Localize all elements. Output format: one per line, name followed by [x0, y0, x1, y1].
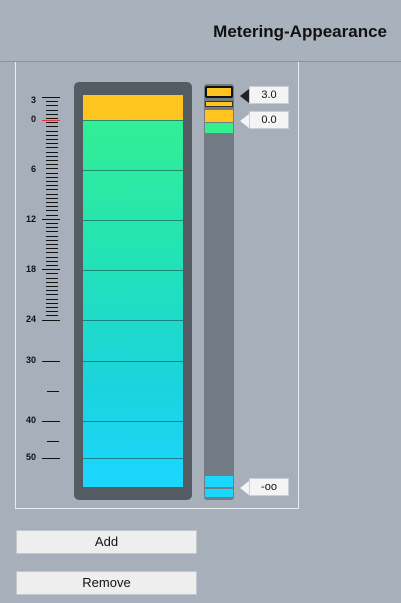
scale-tick	[46, 210, 58, 211]
scale-tick	[46, 156, 58, 157]
color-swatch[interactable]	[205, 101, 233, 107]
scale-tick	[46, 240, 58, 241]
scale-tick	[46, 299, 58, 300]
scale-tick	[46, 198, 58, 199]
scale-label-0: 0	[30, 114, 36, 124]
scale-tick	[46, 290, 58, 291]
scale-tick	[42, 320, 60, 321]
meter-grid-line	[83, 170, 183, 171]
scale-tick	[46, 147, 58, 148]
color-swatch[interactable]	[205, 489, 233, 497]
color-swatch-selected[interactable]	[205, 86, 233, 98]
scale-tick	[46, 303, 58, 304]
scale-tick	[46, 181, 58, 182]
meter-grid-line	[83, 220, 183, 221]
scale-tick	[46, 257, 58, 258]
scale-tick	[46, 122, 58, 123]
color-swatch[interactable]	[205, 110, 233, 122]
scale-tick	[46, 131, 58, 132]
scale-tick	[46, 101, 58, 102]
clip-segment	[83, 95, 183, 120]
scale-tick	[46, 215, 58, 216]
scale-tick	[46, 231, 58, 232]
scale-label-24: 24	[25, 314, 36, 324]
page-title: Metering-Appearance	[213, 22, 387, 41]
scale-tick	[46, 189, 58, 190]
scale-tick	[46, 294, 58, 295]
color-swatch[interactable]	[205, 476, 233, 487]
color-column	[204, 84, 234, 500]
color-swatch[interactable]	[205, 123, 233, 133]
remove-button[interactable]: Remove	[16, 571, 197, 595]
scale-tick	[46, 286, 58, 287]
scale-tick	[47, 441, 59, 442]
scale-tick	[46, 273, 58, 274]
level-handle-top[interactable]: 3.0	[240, 86, 290, 106]
scale-tick	[46, 126, 58, 127]
scale-tick	[42, 219, 60, 220]
meter-grid-line	[83, 120, 183, 121]
scale-tick	[46, 105, 58, 106]
scale-tick	[46, 202, 58, 203]
scale-tick	[46, 244, 58, 245]
handle-arrow-icon	[240, 89, 249, 103]
handle-value[interactable]: -oo	[249, 478, 289, 496]
add-button[interactable]: Add	[16, 530, 197, 554]
panel-header: Metering-Appearance	[0, 0, 401, 62]
meter-grid-line	[83, 270, 183, 271]
level-handle-middle[interactable]: 0.0	[240, 111, 290, 131]
scale-label-50: 50	[25, 452, 36, 462]
scale-tick	[46, 252, 58, 253]
scale-tick	[46, 261, 58, 262]
scale-tick	[46, 139, 58, 140]
scale-tick	[46, 160, 58, 161]
scale-label-3: 3	[30, 95, 36, 105]
scale-tick	[46, 164, 58, 165]
scale-tick	[46, 173, 58, 174]
scale-tick	[46, 315, 58, 316]
level-handle-bottom[interactable]: -oo	[240, 478, 290, 498]
scale-tick	[46, 248, 58, 249]
scale-tick	[46, 110, 58, 111]
level-meter-bar	[83, 95, 183, 487]
zero-marker-tick	[42, 120, 60, 121]
scale-tick	[47, 391, 59, 392]
scale-tick	[46, 227, 58, 228]
scale-tick	[46, 265, 58, 266]
scale-label-6: 6	[30, 164, 36, 174]
scale-tick	[42, 458, 60, 459]
scale-tick	[46, 194, 58, 195]
scale-tick	[46, 311, 58, 312]
handle-arrow-icon	[240, 481, 249, 495]
handle-arrow-icon	[240, 114, 249, 128]
scale-tick	[46, 278, 58, 279]
scale-tick	[46, 152, 58, 153]
scale-tick	[46, 177, 58, 178]
scale-tick	[46, 114, 58, 115]
meter-grid-line	[83, 361, 183, 362]
scale-tick	[46, 236, 58, 237]
meter-grid-line	[83, 421, 183, 422]
scale-tick	[46, 185, 58, 186]
scale-tick	[42, 421, 60, 422]
scale-label-18: 18	[25, 264, 36, 274]
scale-tick	[46, 168, 58, 169]
scale-tick	[46, 307, 58, 308]
handle-value[interactable]: 0.0	[249, 111, 289, 129]
scale-tick	[42, 97, 60, 98]
scale-tick	[46, 118, 58, 119]
scale-tick	[42, 269, 60, 270]
meter-grid-line	[83, 320, 183, 321]
scale-tick	[46, 143, 58, 144]
scale-label-30: 30	[25, 355, 36, 365]
handle-value[interactable]: 3.0	[249, 86, 289, 104]
scale-tick	[46, 206, 58, 207]
meter-grid-line	[83, 458, 183, 459]
scale-label-12: 12	[25, 214, 36, 224]
scale-label-40: 40	[25, 415, 36, 425]
scale-tick	[46, 282, 58, 283]
scale-tick	[42, 361, 60, 362]
scale-tick	[46, 223, 58, 224]
scale-tick	[46, 135, 58, 136]
